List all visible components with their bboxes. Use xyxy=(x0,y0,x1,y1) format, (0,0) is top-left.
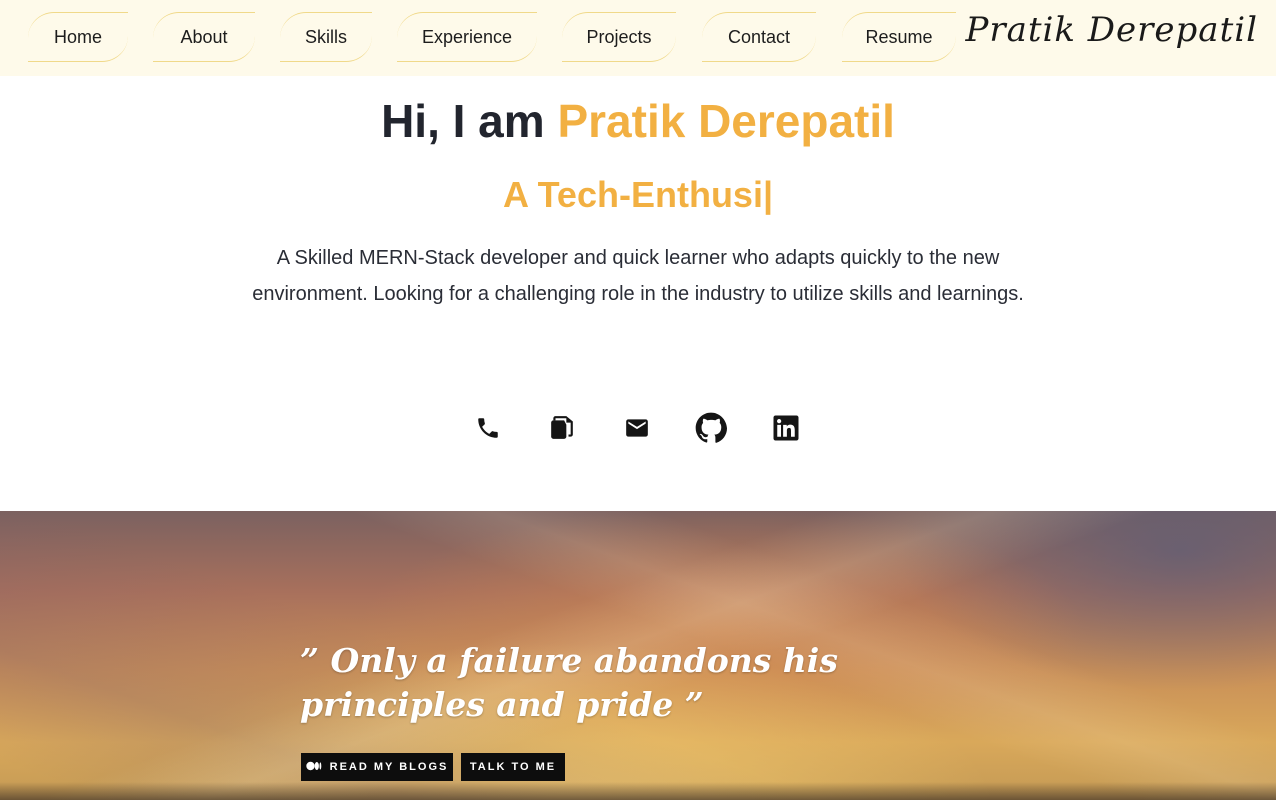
hero-heading: Hi, I am Pratik Derepatil xyxy=(0,94,1276,148)
quote-open-mark: ” xyxy=(300,641,331,680)
quote-close-mark: ” xyxy=(673,685,704,724)
nav-resume-label: Resume xyxy=(865,26,933,47)
hero-bio: A Skilled MERN-Stack developer and quick… xyxy=(252,247,1024,305)
quote-banner: ” Only a failure abandons his principles… xyxy=(0,511,1276,800)
talk-to-me-button[interactable]: TALK TO ME xyxy=(461,753,565,781)
nav-projects[interactable]: Projects xyxy=(562,12,676,62)
typed-subtitle: A Tech-Enthusi| xyxy=(502,174,774,215)
nav-home[interactable]: Home xyxy=(28,12,128,62)
nav-projects-label: Projects xyxy=(586,26,652,47)
nav-contact[interactable]: Contact xyxy=(702,12,816,62)
nav-about[interactable]: About xyxy=(153,12,255,62)
medium-icon xyxy=(305,761,322,774)
brand-logo[interactable]: Pratik Derepatil xyxy=(965,10,1258,50)
horizon xyxy=(0,782,1276,800)
quote-text: ” Only a failure abandons his principles… xyxy=(300,639,900,727)
nav-contact-label: Contact xyxy=(727,26,791,47)
nav-home-label: Home xyxy=(53,26,102,47)
read-blogs-button[interactable]: READ MY BLOGS xyxy=(301,753,453,781)
nav-skills-label: Skills xyxy=(304,26,347,47)
hero-greeting: Hi, I am xyxy=(381,95,558,147)
nav-resume[interactable]: Resume xyxy=(842,12,956,62)
github-icon[interactable] xyxy=(694,409,728,447)
nav-experience[interactable]: Experience xyxy=(397,12,537,62)
nav-skills[interactable]: Skills xyxy=(280,12,372,62)
nav-experience-label: Experience xyxy=(421,26,513,47)
hero-name: Pratik Derepatil xyxy=(557,95,895,147)
copy-icon[interactable] xyxy=(545,409,579,447)
quote-body: Only a failure abandons his principles a… xyxy=(300,641,838,724)
nav-about-label: About xyxy=(180,26,228,47)
email-icon[interactable] xyxy=(620,409,654,447)
linkedin-icon[interactable] xyxy=(769,409,803,447)
phone-icon[interactable] xyxy=(471,409,505,447)
talk-to-me-label: TALK TO ME xyxy=(469,761,557,773)
top-navbar: Home About Skills Experience Projects Co… xyxy=(0,0,1276,76)
read-blogs-label: READ MY BLOGS xyxy=(329,761,449,773)
social-icons-row xyxy=(0,409,1276,449)
